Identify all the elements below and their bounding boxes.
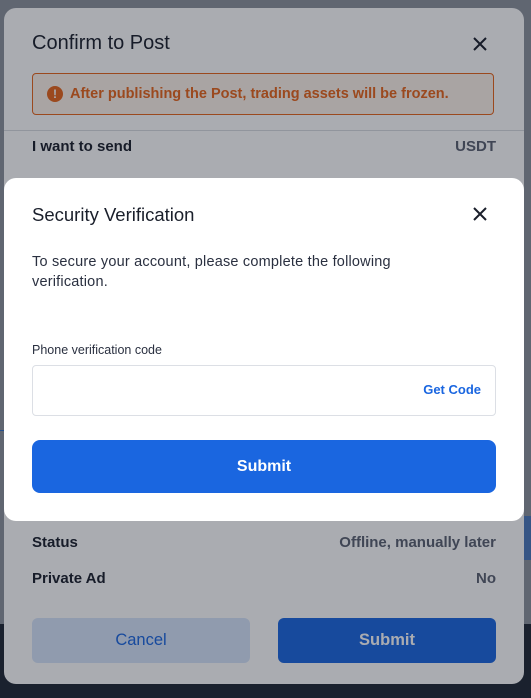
phone-code-field: Get Code [32, 365, 496, 416]
security-verification-dialog: Security Verification To secure your acc… [4, 178, 524, 521]
security-submit-button[interactable]: Submit [32, 440, 496, 493]
close-icon[interactable] [470, 204, 490, 224]
phone-code-label: Phone verification code [32, 343, 162, 357]
phone-code-input[interactable] [43, 376, 407, 408]
security-description: To secure your account, please complete … [32, 254, 391, 290]
security-dialog-title: Security Verification [32, 204, 195, 225]
get-code-link[interactable]: Get Code [423, 382, 481, 397]
